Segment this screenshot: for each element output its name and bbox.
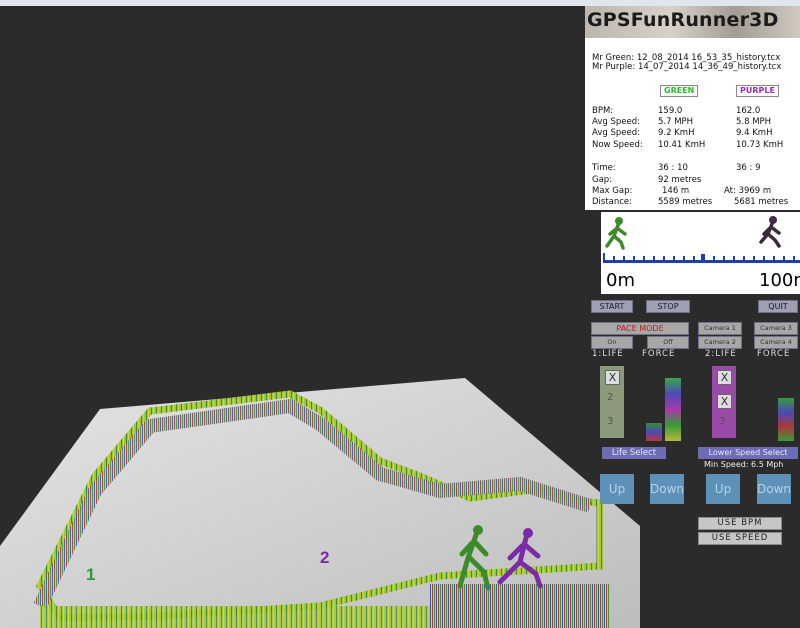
life2-header: 2:LIFE xyxy=(705,349,737,359)
life1-header: 1:LIFE xyxy=(592,349,624,359)
stat-label: Avg Speed: xyxy=(592,128,640,138)
green-runner-icon xyxy=(605,217,627,250)
race-label: Time: xyxy=(592,163,616,173)
lower-speed-select-button[interactable]: Lower Speed Select xyxy=(698,447,798,459)
purple-runner-icon xyxy=(759,216,781,248)
purple-force-bar xyxy=(778,398,794,441)
race-label: Max Gap: xyxy=(592,186,633,196)
stat-purple-value: 9.4 KmH xyxy=(736,128,773,138)
green-life-bar: X 2 3 xyxy=(600,366,624,438)
race-label: Gap: xyxy=(592,175,613,185)
race-green-value: 5589 metres xyxy=(658,197,713,207)
life-x-marker: X xyxy=(717,370,732,385)
stat-green-value: 9.2 KmH xyxy=(658,128,695,138)
stat-green-value: 159.0 xyxy=(658,106,683,116)
use-speed-button[interactable]: USE SPEED xyxy=(698,532,782,545)
pace-on-button[interactable]: On xyxy=(591,336,633,349)
stat-label: Avg Speed: xyxy=(592,117,640,127)
race-green-value: 36 : 10 xyxy=(658,163,688,173)
race-purple-value: 5681 metres xyxy=(734,197,789,207)
speed-up-button[interactable]: Up xyxy=(706,474,740,504)
start-button[interactable]: START xyxy=(591,300,633,313)
camera-2-button[interactable]: Camera 2 xyxy=(698,336,742,349)
life-x-marker: X xyxy=(605,370,620,385)
quit-button[interactable]: QUIT xyxy=(758,300,798,313)
pace-mode-button[interactable]: PACE MODE xyxy=(591,322,689,335)
green-column-badge: GREEN xyxy=(660,85,699,97)
use-bpm-button[interactable]: USE BPM xyxy=(698,517,782,530)
race-purple-value: At: 3969 m xyxy=(724,186,772,196)
race-green-value: 92 metres xyxy=(658,175,702,185)
speed-down-button[interactable]: Down xyxy=(757,474,791,504)
life-number: 3 xyxy=(719,416,726,427)
app-logo: GPSFunRunner3D xyxy=(585,6,800,38)
stat-label: BPM: xyxy=(592,106,614,116)
stat-label: Now Speed: xyxy=(592,140,643,150)
stat-green-value: 5.7 MPH xyxy=(658,117,694,127)
life-select-button[interactable]: Life Select xyxy=(602,447,666,459)
scene-marker-1: 1 xyxy=(86,565,95,584)
force1-header: FORCE xyxy=(642,349,676,359)
near-fence xyxy=(430,584,610,628)
progress-track: 0m 100m xyxy=(601,212,800,294)
force2-header: FORCE xyxy=(757,349,791,359)
camera-1-button[interactable]: Camera 1 xyxy=(698,322,742,335)
green-force-bar xyxy=(665,378,681,441)
camera-4-button[interactable]: Camera 4 xyxy=(754,336,798,349)
life-up-button[interactable]: Up xyxy=(600,474,634,504)
min-speed-label: Min Speed: 6.5 Mph xyxy=(704,460,784,469)
track-start-label: 0m xyxy=(606,270,635,291)
stop-button[interactable]: STOP xyxy=(646,300,690,313)
scene-marker-2: 2 xyxy=(320,548,329,567)
track-end-label: 100m xyxy=(759,270,800,291)
race-green-value: 146 m xyxy=(662,186,690,196)
race-label: Distance: xyxy=(592,197,633,207)
green-force-bar-small xyxy=(646,423,662,441)
purple-column-badge: PURPLE xyxy=(736,85,779,97)
life-number: 2 xyxy=(607,392,614,403)
stat-purple-value: 162.0 xyxy=(736,106,761,116)
pace-off-button[interactable]: Off xyxy=(647,336,689,349)
life-number: 3 xyxy=(607,416,614,427)
camera-3-button[interactable]: Camera 3 xyxy=(754,322,798,335)
purple-file-label: Mr Purple: 14_07_2014 14_36_49_history.t… xyxy=(592,62,782,72)
stat-green-value: 10.41 KmH xyxy=(658,140,706,150)
stat-purple-value: 10.73 KmH xyxy=(736,140,784,150)
logo-text: GPSFunRunner3D xyxy=(587,9,779,31)
purple-life-bar: X X 3 xyxy=(712,366,736,438)
stat-purple-value: 5.8 MPH xyxy=(736,117,772,127)
life-down-button[interactable]: Down xyxy=(650,474,684,504)
life-x-marker: X xyxy=(717,394,732,409)
race-purple-value: 36 : 9 xyxy=(736,163,761,173)
